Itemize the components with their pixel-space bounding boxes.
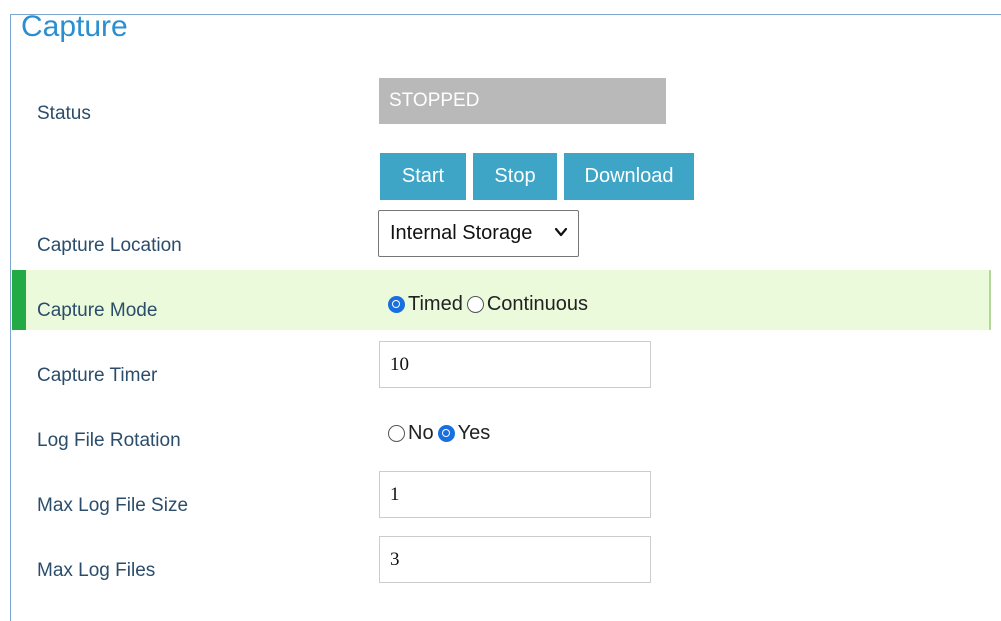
max-log-files-input[interactable]: 3 <box>379 536 651 583</box>
capture-mode-continuous-radio[interactable] <box>466 295 484 313</box>
start-button[interactable]: Start <box>380 153 466 200</box>
status-label: Status <box>37 103 91 124</box>
row-edge <box>989 270 991 330</box>
capture-mode-label: Capture Mode <box>37 300 158 321</box>
capture-mode-timed-label: Timed <box>408 292 463 315</box>
log-rotation-no-radio[interactable] <box>388 424 405 442</box>
log-rotation-no-label: No <box>408 421 434 444</box>
max-log-files-label: Max Log Files <box>37 560 156 581</box>
capture-timer-input[interactable]: 10 <box>379 341 651 388</box>
capture-location-select[interactable]: Internal Storage <box>378 210 579 257</box>
max-log-file-size-label: Max Log File Size <box>37 495 189 516</box>
log-file-rotation-options: No Yes <box>388 421 494 445</box>
log-rotation-yes-label: Yes <box>457 421 491 444</box>
capture-location-value: Internal Storage <box>390 222 533 244</box>
stop-button[interactable]: Stop <box>473 153 557 200</box>
download-button[interactable]: Download <box>564 153 694 200</box>
capture-mode-options: Timed Continuous <box>388 292 592 316</box>
status-badge: STOPPED <box>379 78 666 124</box>
chevron-down-icon <box>554 227 568 237</box>
capture-mode-continuous-label: Continuous <box>486 292 589 315</box>
page-title: Capture <box>21 10 128 43</box>
capture-timer-label: Capture Timer <box>37 365 158 386</box>
log-rotation-yes-radio[interactable] <box>437 424 455 442</box>
max-log-file-size-input[interactable]: 1 <box>379 471 651 518</box>
log-file-rotation-label: Log File Rotation <box>37 430 181 451</box>
capture-location-label: Capture Location <box>37 235 182 256</box>
capture-mode-timed-radio[interactable] <box>388 295 405 313</box>
